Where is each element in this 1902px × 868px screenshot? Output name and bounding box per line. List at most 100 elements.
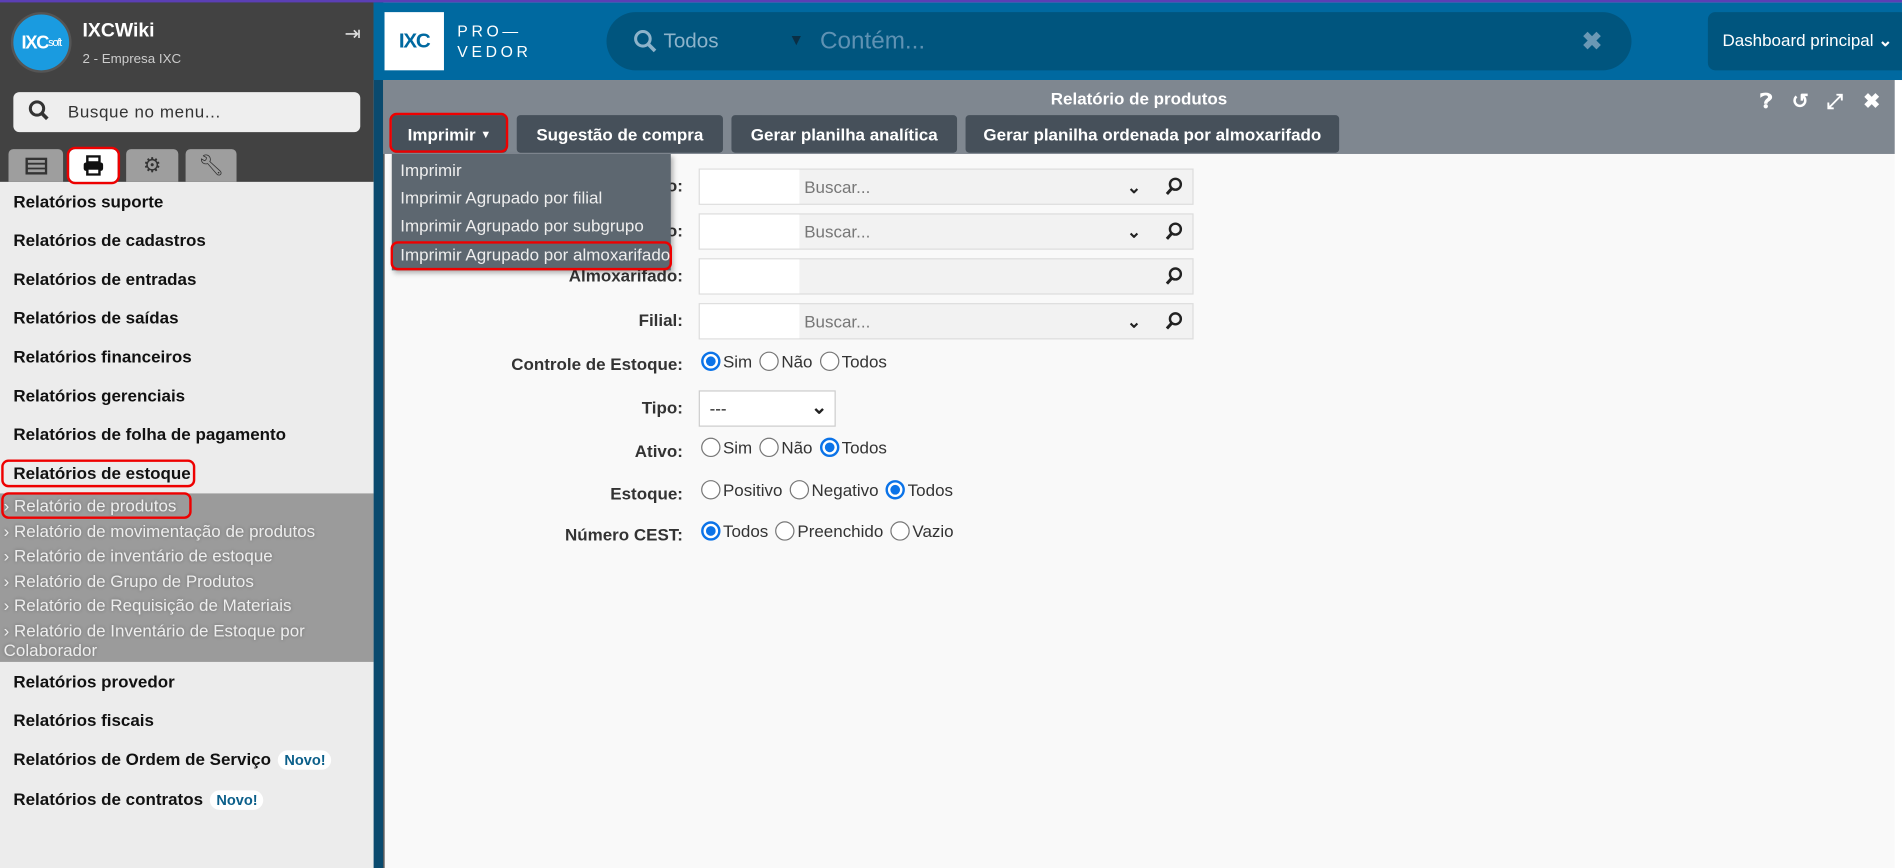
field-label: Estoque: (610, 483, 683, 504)
tab-list[interactable] (8, 149, 64, 182)
chevron-down-icon[interactable]: ⌄ (1127, 312, 1141, 333)
submenu-item[interactable]: › Relatório de Inventário de Estoque por… (4, 621, 356, 660)
code-input[interactable] (699, 259, 800, 294)
analytic-sheet-button[interactable]: Gerar planilha analítica (731, 115, 958, 153)
radio[interactable] (701, 351, 721, 371)
tab-settings[interactable]: ⚙ (126, 149, 179, 182)
close-icon[interactable]: ✖ (1863, 90, 1880, 114)
search-scope-select[interactable]: Todos (664, 29, 719, 53)
radio[interactable] (759, 437, 779, 458)
help-icon[interactable]: ❓︎ (1760, 90, 1772, 114)
search-icon[interactable] (1165, 222, 1183, 241)
print-dropdown-menu: Imprimir Imprimir Agrupado por filial Im… (390, 153, 673, 271)
logout-icon[interactable]: ⇥ (344, 22, 360, 46)
radio[interactable] (775, 521, 795, 541)
menu-item[interactable]: Relatórios fiscais (13, 710, 154, 729)
menu-label: Relatórios de Ordem de Serviço (13, 749, 271, 769)
submenu-item[interactable]: › Relatório de Requisição de Materiais (4, 595, 292, 614)
radio[interactable] (885, 480, 906, 500)
global-search: Todos ▼ Contém... ✖ (606, 12, 1632, 71)
submenu-label: Relatório de Grupo de Produtos (14, 570, 254, 591)
search-icon[interactable] (1165, 177, 1183, 196)
search-input[interactable]: Contém... (820, 28, 925, 56)
code-input[interactable] (699, 169, 800, 204)
menu-item[interactable]: Relatórios de cadastros (13, 230, 206, 249)
caret-down-icon[interactable]: ▼ (788, 30, 804, 48)
lookup-field[interactable]: Buscar... ⌄ (698, 168, 1194, 205)
purchase-suggestion-button[interactable]: Sugestão de compra (516, 115, 723, 153)
submenu-label: Relatório de inventário de estoque (14, 545, 273, 565)
ixc-logo[interactable]: IXC (384, 12, 444, 71)
code-input[interactable] (699, 304, 800, 339)
menu-item[interactable]: Relatórios de contratos Novo! (13, 789, 264, 810)
radio-label: Todos (722, 521, 769, 541)
app-name: IXCWiki (82, 20, 155, 42)
wrench-icon: 🔧︎ (197, 153, 225, 177)
menu-item[interactable]: Relatórios de Ordem de Serviço Novo! (13, 749, 332, 770)
radio[interactable] (701, 437, 721, 458)
menu-item[interactable]: Relatórios financeiros (13, 347, 191, 366)
expand-icon[interactable]: ⤢ (1827, 90, 1844, 114)
field-label: Tipo: (641, 397, 683, 418)
menu-search-input[interactable]: Busque no menu... (13, 92, 361, 133)
radio[interactable] (819, 437, 840, 458)
filial-field[interactable]: Buscar... ⌄ (698, 303, 1194, 340)
submenu-item-produtos[interactable]: › Relatório de produtos (4, 496, 177, 515)
radio-label: Negativo (811, 480, 879, 500)
menu-item[interactable]: Relatórios provedor (13, 672, 174, 691)
new-badge: Novo! (210, 790, 264, 810)
field-label: Filial: (638, 310, 683, 330)
company-name: 2 - Empresa IXC (82, 52, 182, 67)
search-placeholder: Buscar... (804, 311, 871, 331)
dashboard-select[interactable]: Dashboard principal ⌄ (1707, 12, 1902, 71)
menu-item[interactable]: Relatórios suporte (13, 192, 163, 211)
menu-label: Relatórios de contratos (13, 789, 204, 809)
radio[interactable] (890, 521, 910, 541)
field-label: Ativo: (634, 441, 683, 461)
lookup-field[interactable]: Buscar... ⌄ (698, 213, 1194, 250)
dropdown-item[interactable]: Imprimir (400, 160, 461, 179)
radio-label: Preenchido (797, 521, 884, 541)
gears-icon: ⚙ (142, 153, 162, 177)
brand-line: PRO— (457, 21, 522, 41)
tab-print[interactable] (66, 146, 121, 185)
chevron-down-icon: ⌄ (1878, 30, 1893, 50)
dropdown-item-almoxarifado[interactable]: Imprimir Agrupado por almoxarifado (400, 245, 670, 264)
radio-label: Não (781, 437, 813, 458)
radio[interactable] (701, 521, 721, 541)
brand-text: PRO— VEDOR (457, 21, 531, 62)
sorted-sheet-button[interactable]: Gerar planilha ordenada por almoxarifado (965, 115, 1340, 153)
print-button[interactable]: Imprimir ▼ (391, 115, 508, 153)
button-label: Imprimir (407, 124, 476, 144)
clear-icon[interactable]: ✖ (1582, 27, 1602, 57)
submenu-label: Relatório de produtos (14, 495, 177, 516)
search-icon[interactable] (1165, 267, 1183, 286)
radio-group-controle: Sim Não Todos (701, 351, 894, 371)
dashboard-label: Dashboard principal (1722, 30, 1874, 50)
submenu-item[interactable]: › Relatório de inventário de estoque (4, 546, 273, 565)
chevron-down-icon[interactable]: ⌄ (1127, 177, 1141, 198)
menu-item[interactable]: Relatórios de folha de pagamento (13, 424, 286, 443)
menu-item[interactable]: Relatórios de saídas (13, 308, 178, 327)
radio[interactable] (819, 351, 840, 371)
radio-group-cest: Todos Preenchido Vazio (701, 521, 961, 541)
menu-item[interactable]: Relatórios gerenciais (13, 386, 185, 405)
chevron-down-icon[interactable]: ⌄ (1127, 222, 1141, 243)
history-icon[interactable]: ↺ (1792, 90, 1809, 114)
tipo-select[interactable]: --- ⌄ (698, 390, 836, 427)
search-placeholder: Busque no menu... (67, 101, 221, 122)
search-icon[interactable] (1165, 312, 1183, 331)
radio-label: Positivo (722, 480, 783, 500)
radio[interactable] (759, 351, 779, 371)
submenu-item[interactable]: › Relatório de Grupo de Produtos (4, 571, 254, 590)
radio[interactable] (789, 480, 810, 500)
radio[interactable] (701, 480, 721, 500)
dropdown-item[interactable]: Imprimir Agrupado por subgrupo (400, 216, 644, 235)
dropdown-item[interactable]: Imprimir Agrupado por filial (400, 188, 602, 207)
submenu-item[interactable]: › Relatório de movimentação de produtos (4, 521, 316, 540)
tab-tools[interactable]: 🔧︎ (185, 149, 237, 182)
code-input[interactable] (699, 214, 800, 249)
menu-item-estoque[interactable]: Relatórios de estoque (13, 463, 190, 482)
menu-item[interactable]: Relatórios de entradas (13, 269, 196, 288)
almoxarifado-field[interactable] (698, 258, 1194, 295)
